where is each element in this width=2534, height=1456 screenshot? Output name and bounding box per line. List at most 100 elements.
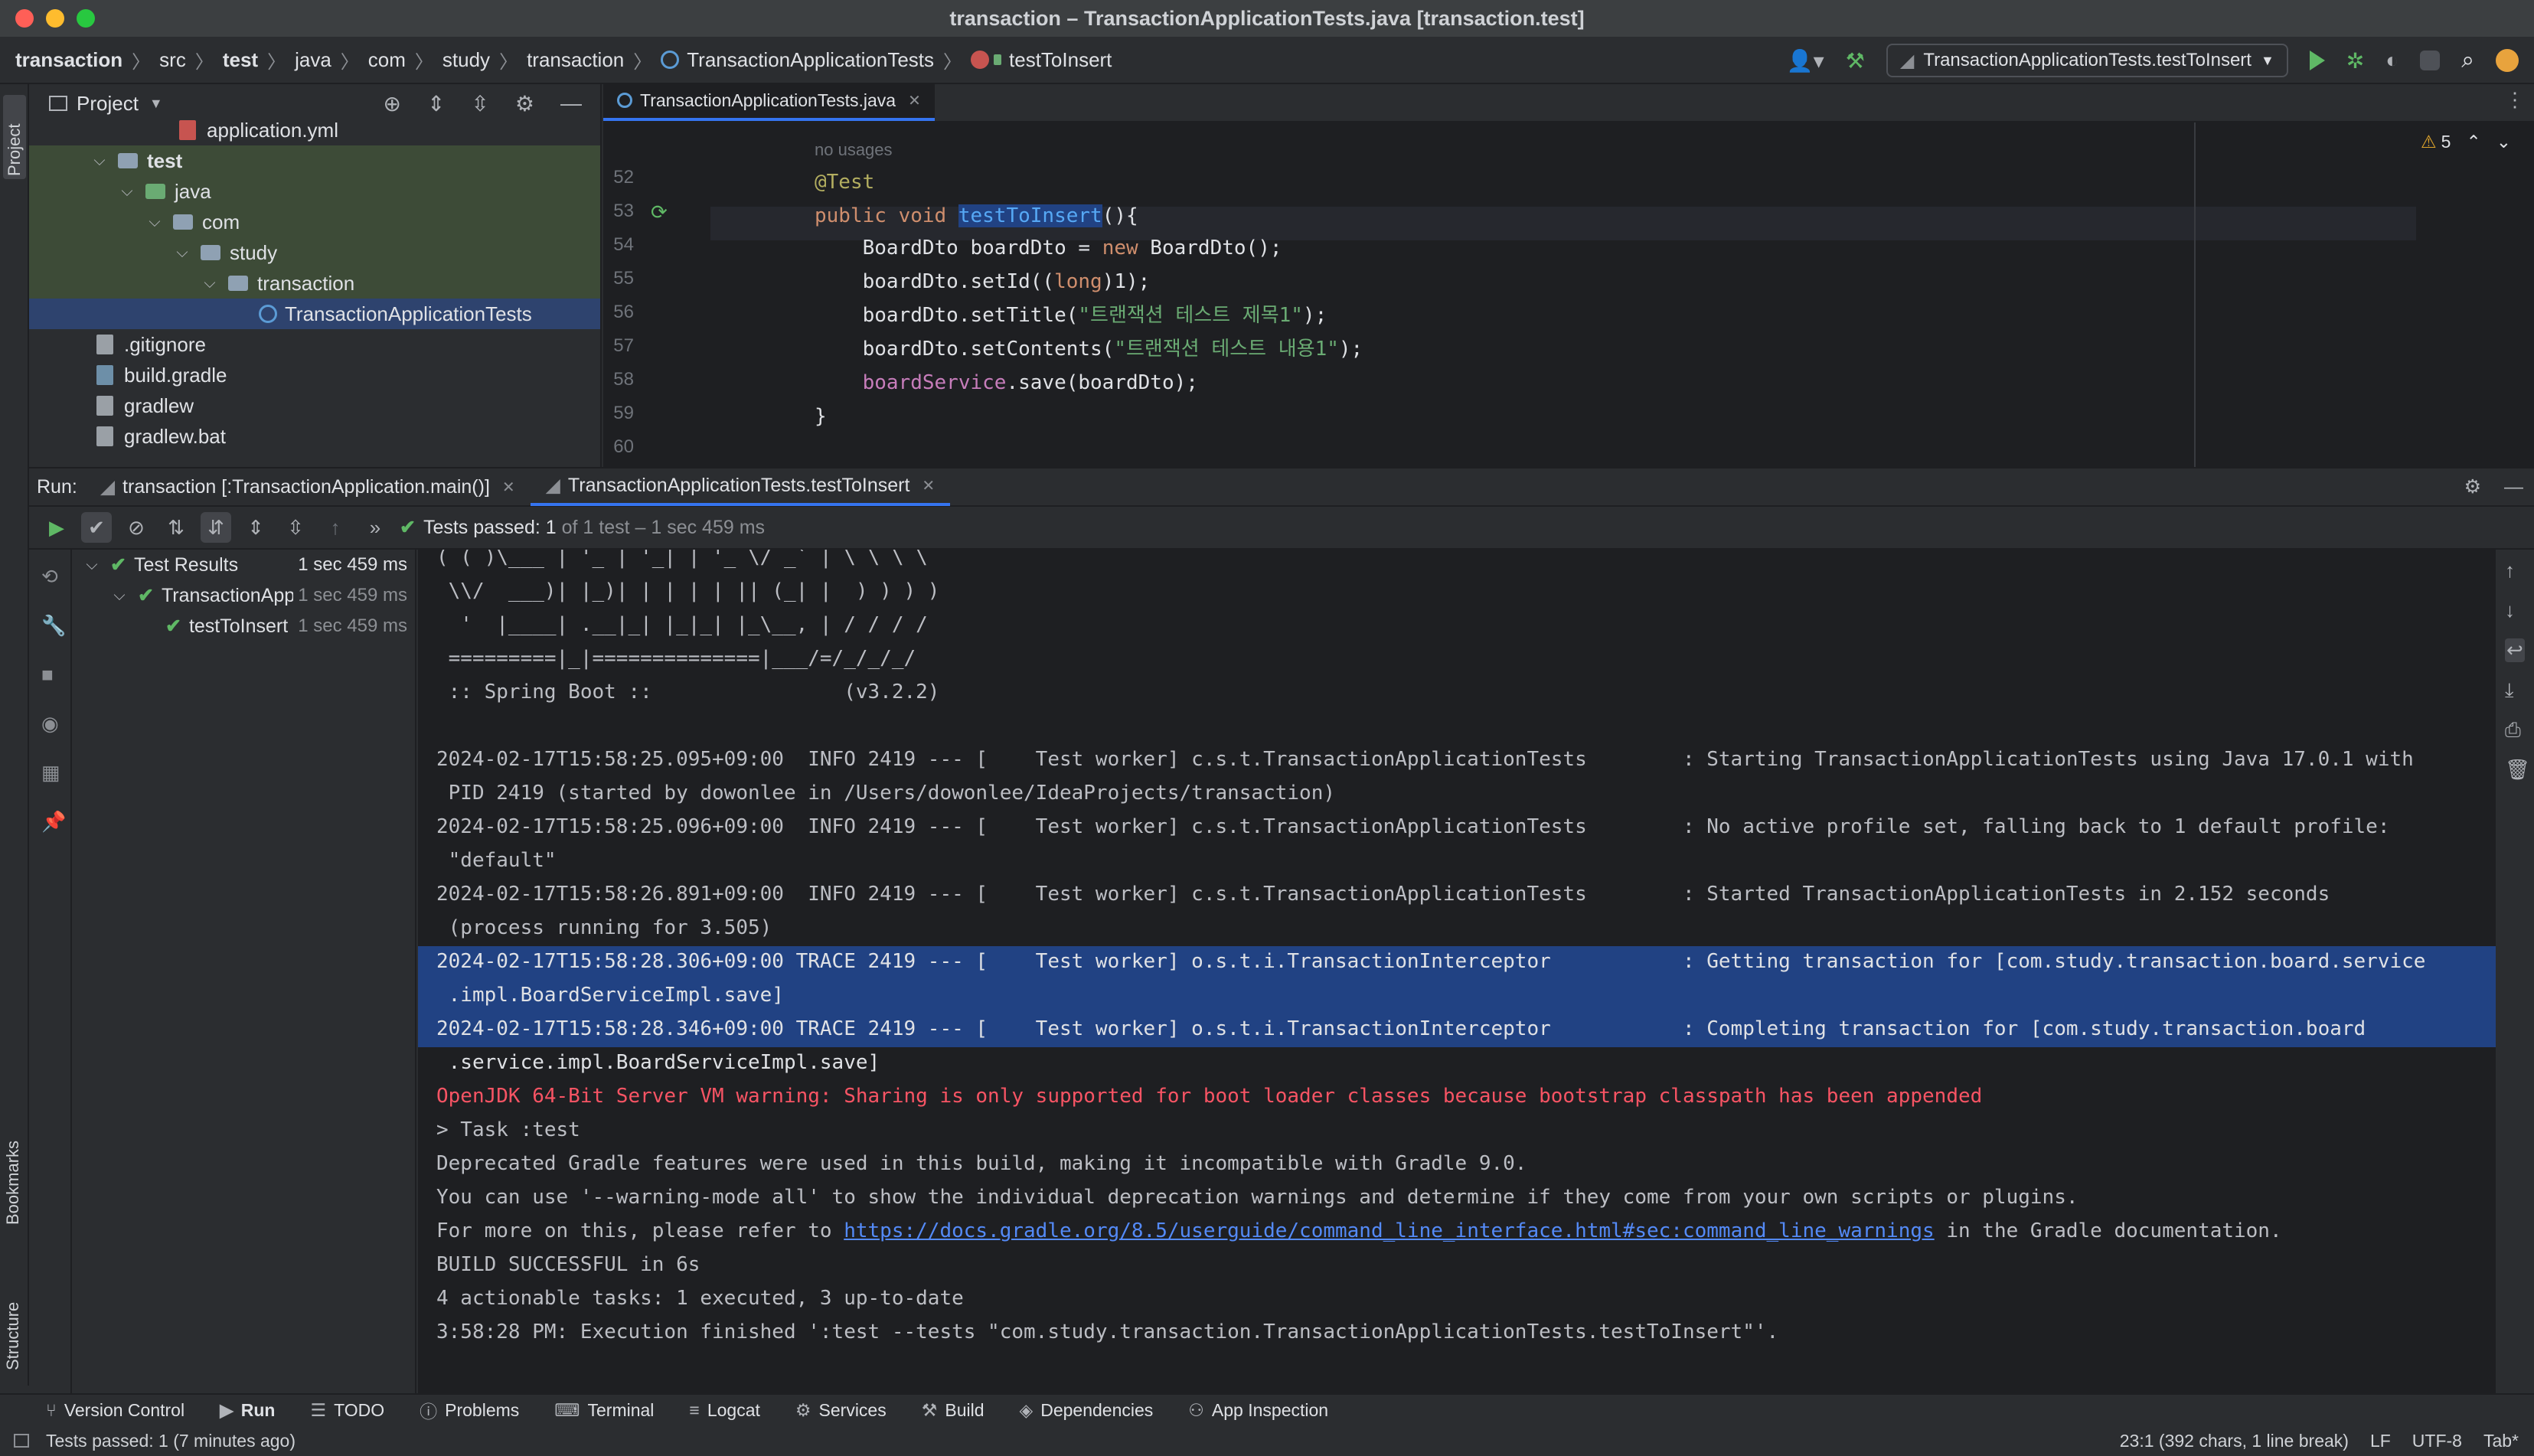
breadcrumb-item[interactable]: test (223, 48, 258, 72)
breadcrumb-item[interactable]: TransactionApplicationTests (687, 48, 934, 72)
breadcrumb-item[interactable]: java (295, 48, 331, 72)
todo-tool-button[interactable]: ☰ TODO (310, 1400, 384, 1421)
expand-all-icon[interactable]: ⇕ (240, 512, 271, 543)
test-tree-root[interactable]: ⌵ ✔ Test Results 1 sec 459 ms (73, 550, 415, 580)
coverage-icon[interactable]: ◐ (2385, 48, 2398, 73)
chevron-down-icon[interactable]: ⌵ (202, 275, 217, 292)
app-inspection-tool-button[interactable]: ⚇ App Inspection (1188, 1400, 1328, 1421)
gear-icon[interactable]: ⚙ (2464, 475, 2481, 498)
dependencies-tool-button[interactable]: ◈ Dependencies (1020, 1400, 1154, 1421)
debug-icon[interactable]: ✲ (2346, 48, 2364, 73)
bookmarks-tool-button[interactable]: Bookmarks (3, 1125, 23, 1225)
close-icon[interactable]: ✕ (908, 91, 921, 110)
run-icon[interactable] (2309, 51, 2325, 70)
tree-item-com[interactable]: ⌵ com (29, 207, 600, 237)
tree-item-transaction[interactable]: ⌵ transaction (29, 268, 600, 299)
collapse-all-icon[interactable]: ⇳ (280, 512, 311, 543)
hide-icon[interactable]: — (560, 91, 582, 116)
run-tab-tests[interactable]: ◢ TransactionApplicationTests.testToInse… (530, 468, 951, 506)
user-icon[interactable]: 👤▾ (1787, 48, 1824, 73)
close-icon[interactable]: ✕ (922, 476, 935, 495)
inspection-widget[interactable]: ⚠ 5 ⌃ ⌄ (2421, 132, 2511, 152)
chevron-down-icon[interactable]: ⌵ (112, 587, 127, 605)
maximize-window-button[interactable] (77, 9, 95, 28)
show-ignored-toggle[interactable]: ⊘ (121, 512, 152, 543)
version-control-tool-button[interactable]: ⑂ Version Control (46, 1400, 184, 1421)
search-icon[interactable]: ⌕ (2461, 47, 2474, 73)
tree-item-build-gradle[interactable]: build.gradle (29, 360, 600, 390)
stop-icon[interactable]: ■ (41, 663, 61, 686)
sort-alphabetically-icon[interactable]: ⇅ (161, 512, 191, 543)
breadcrumb-item[interactable]: transaction (527, 48, 624, 72)
indent-setting[interactable]: Tab* (2483, 1431, 2519, 1451)
layout-icon[interactable]: ▦ (41, 761, 61, 784)
pin-icon[interactable]: 📌 (41, 810, 66, 833)
problems-tool-button[interactable]: ⓘ Problems (420, 1397, 519, 1423)
build-hammer-icon[interactable]: ⚒ (1846, 48, 1865, 73)
line-separator[interactable]: LF (2370, 1431, 2391, 1451)
structure-tool-button[interactable]: Structure (3, 1278, 23, 1370)
console-output[interactable]: ( ( )\___ | '_ | '_| | '_ \/ _` | \ \ \ … (418, 550, 2496, 1395)
breadcrumb-item[interactable]: com (368, 48, 406, 72)
soft-wrap-icon[interactable]: ↩ (2505, 638, 2525, 662)
code-area[interactable]: no usages @Test public void testToInsert… (749, 122, 2356, 467)
tree-item-gradlew[interactable]: gradlew (29, 390, 600, 421)
scroll-to-end-icon[interactable]: ⤓ (2505, 678, 2514, 703)
chevron-down-icon[interactable]: ▼ (149, 96, 163, 112)
editor-tab[interactable]: TransactionApplicationTests.java ✕ (603, 83, 935, 121)
sort-by-duration-icon[interactable]: ⇵ (201, 512, 231, 543)
breadcrumb-item[interactable]: study (442, 48, 490, 72)
minimize-window-button[interactable] (46, 9, 64, 28)
print-icon[interactable]: ⎙ (2505, 718, 2521, 743)
chevron-up-icon[interactable]: ⌃ (2466, 132, 2480, 152)
tree-item-java[interactable]: ⌵ java (29, 176, 600, 207)
restart-icon[interactable]: ⟲ (41, 565, 61, 588)
build-tool-button[interactable]: ⚒ Build (922, 1400, 985, 1421)
services-tool-button[interactable]: ⚙ Services (795, 1400, 887, 1421)
close-icon[interactable]: ✕ (502, 478, 515, 497)
collapse-all-icon[interactable]: ⇳ (471, 91, 488, 116)
breadcrumb-item[interactable]: src (159, 48, 186, 72)
locate-icon[interactable]: ⊕ (383, 91, 400, 116)
hide-icon[interactable]: — (2504, 476, 2523, 498)
gradle-docs-link[interactable]: https://docs.gradle.org/8.5/userguide/co… (844, 1219, 1934, 1242)
file-encoding[interactable]: UTF-8 (2412, 1431, 2462, 1451)
test-tree-class[interactable]: ⌵ ✔ TransactionApplicationTests 1 sec 45… (73, 580, 415, 611)
breadcrumb-item[interactable]: testToInsert (1009, 48, 1112, 72)
project-view-select[interactable]: Project (77, 92, 139, 116)
previous-failed-icon[interactable]: ↑ (320, 512, 351, 543)
tree-item-gradlew-bat[interactable]: gradlew.bat (29, 421, 600, 452)
close-window-button[interactable] (15, 9, 34, 28)
show-passed-toggle[interactable]: ✔ (81, 512, 112, 543)
tree-item-gitignore[interactable]: .gitignore (29, 329, 600, 360)
run-test-gutter-icon[interactable]: ⟳ (651, 201, 668, 224)
chevron-down-icon[interactable]: ⌵ (147, 214, 162, 231)
eye-icon[interactable]: ◉ (41, 712, 61, 735)
tree-item-transaction-application-tests[interactable]: TransactionApplicationTests (29, 299, 600, 329)
more-icon[interactable]: ⋮ (2505, 88, 2534, 121)
tree-item-test[interactable]: ⌵ test (29, 145, 600, 176)
stop-icon[interactable] (2420, 51, 2441, 70)
run-tab-main[interactable]: ◢ transaction [:TransactionApplication.m… (85, 468, 531, 506)
chevron-down-icon[interactable]: ⌵ (175, 244, 190, 262)
chevron-down-icon[interactable]: ⌵ (84, 557, 100, 574)
logcat-tool-button[interactable]: ≡ Logcat (689, 1400, 759, 1421)
tree-item-study[interactable]: ⌵ study (29, 237, 600, 268)
test-tree-method[interactable]: ✔ testToInsert 1 sec 459 ms (73, 611, 415, 641)
update-icon[interactable] (2496, 49, 2519, 72)
clear-all-icon[interactable]: 🗑 (2505, 758, 2530, 782)
run-configuration-select[interactable]: ◢ TransactionApplicationTests.testToInse… (1886, 44, 2288, 77)
run-tool-button[interactable]: ▶ Run (220, 1400, 275, 1421)
more-icon[interactable]: » (360, 512, 390, 543)
chevron-down-icon[interactable]: ⌵ (92, 152, 107, 170)
terminal-tool-button[interactable]: ⌨ Terminal (554, 1400, 654, 1421)
chevron-down-icon[interactable]: ⌄ (2496, 132, 2511, 152)
breadcrumb-item[interactable]: transaction (15, 48, 122, 72)
expand-all-icon[interactable]: ⇕ (427, 91, 445, 116)
caret-position[interactable]: 23:1 (392 chars, 1 line break) (2120, 1431, 2349, 1451)
wrench-icon[interactable]: 🔧 (41, 614, 66, 637)
scroll-up-icon[interactable]: ↑ (2505, 559, 2515, 583)
status-panel-icon[interactable] (14, 1434, 29, 1448)
chevron-down-icon[interactable]: ⌵ (119, 183, 135, 201)
project-tool-button[interactable]: Project (3, 95, 26, 179)
